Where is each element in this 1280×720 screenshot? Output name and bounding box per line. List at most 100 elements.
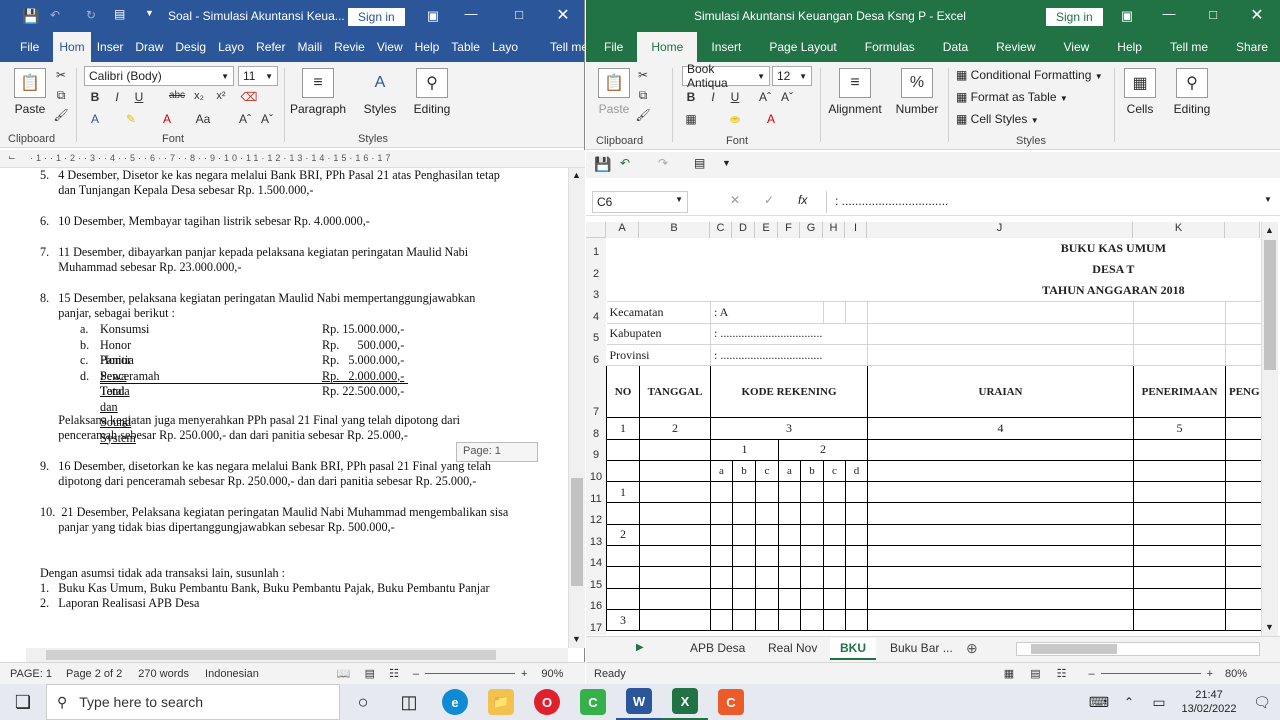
next-sheet-icon[interactable]: ▶ [636, 642, 644, 653]
word-tab[interactable]: Layo [212, 40, 250, 62]
cell[interactable]: 3 [710, 417, 868, 440]
label-cell[interactable]: Kecamatan [606, 301, 711, 324]
font-name-combo[interactable]: Book Antiqua ▼ [682, 62, 770, 90]
change-case-icon[interactable]: Aa [194, 112, 212, 126]
cell[interactable] [710, 587, 733, 610]
grow-font-icon[interactable]: Aˆ [236, 112, 254, 126]
cell[interactable]: 3 [606, 608, 640, 632]
cell[interactable] [800, 566, 824, 589]
cell-styles-button[interactable]: ▦ Cell Styles ▼ [956, 112, 1039, 126]
cell[interactable] [867, 502, 1134, 525]
underline-icon[interactable]: U [726, 90, 744, 104]
excel-tab[interactable]: Page Layout [755, 40, 850, 62]
cell[interactable] [867, 566, 1134, 589]
web-layout-icon[interactable]: ☷ [389, 667, 399, 680]
zoom-slider[interactable] [424, 673, 515, 674]
cell[interactable] [755, 545, 779, 568]
font-name-combo[interactable]: Calibri (Body) ▼ [84, 66, 234, 86]
spreadsheet-grid[interactable]: BUKU KAS UMUM DESA T TAHUN ANGGARAN 2018… [606, 238, 1264, 632]
cell[interactable] [845, 608, 868, 632]
cell[interactable] [1133, 587, 1226, 610]
styles-button[interactable]: A Styles [360, 68, 400, 116]
print-preview-icon[interactable]: ▤ [114, 7, 125, 21]
grow-font-icon[interactable]: Aˆ [756, 90, 774, 104]
cell[interactable] [710, 608, 733, 632]
cell[interactable] [778, 566, 801, 589]
close-button[interactable]: ✕ [1234, 5, 1280, 25]
cell[interactable]: a [710, 459, 733, 483]
col-header[interactable]: I [845, 222, 867, 238]
row-header[interactable]: 3 [586, 281, 606, 302]
sheet-tab[interactable]: APB Desa [680, 638, 755, 660]
cell[interactable] [755, 523, 779, 547]
paste-button[interactable]: 📋 Paste [12, 68, 48, 116]
word-tab[interactable]: View [371, 40, 409, 62]
value-cell[interactable]: : .................................. [710, 322, 868, 345]
cell[interactable] [1225, 481, 1264, 504]
cell[interactable] [1133, 481, 1226, 504]
cell[interactable] [778, 481, 801, 504]
scroll-down-icon[interactable]: ▼ [1265, 622, 1274, 632]
excel-tab[interactable]: File [586, 40, 637, 62]
start-icon[interactable]: ❏ [0, 684, 46, 720]
borders-icon[interactable]: ▦ [682, 112, 700, 126]
cell[interactable] [710, 523, 733, 547]
row-header[interactable]: 7 [586, 367, 606, 419]
cell[interactable] [732, 608, 756, 632]
paste-button[interactable]: 📋 Paste [596, 68, 632, 116]
fill-color-icon[interactable]: ⛂ [726, 112, 744, 126]
cell[interactable] [755, 608, 779, 632]
word-tab[interactable]: Hom [53, 32, 91, 62]
scroll-up-icon[interactable]: ▲ [1265, 225, 1274, 235]
row-header[interactable]: 12 [586, 506, 606, 527]
excel-tab[interactable]: Share [1222, 40, 1280, 62]
cell[interactable]: 1 [606, 417, 640, 440]
italic-icon[interactable]: I [108, 90, 126, 104]
header-kode-rekening[interactable]: KODE REKENING [710, 365, 868, 419]
editing-button[interactable]: ⚲ Editing [1170, 68, 1214, 116]
cell[interactable] [1225, 545, 1264, 568]
cell[interactable] [800, 587, 824, 610]
sheet-tab[interactable]: Real Nov [758, 638, 827, 660]
zoom-level[interactable]: 80% [1225, 668, 1247, 680]
strikethrough-icon[interactable]: abc [168, 90, 186, 101]
tray-chevron-icon[interactable]: ⌃ [1114, 684, 1144, 720]
row-header[interactable]: 10 [586, 462, 606, 484]
editing-button[interactable]: ⚲ Editing [412, 68, 452, 116]
print-preview-icon[interactable]: ▤ [694, 156, 705, 170]
cell[interactable] [710, 566, 733, 589]
cell[interactable] [732, 587, 756, 610]
cell[interactable] [639, 502, 711, 525]
cut-icon[interactable]: ✂ [52, 68, 70, 82]
cell[interactable] [732, 523, 756, 547]
font-color-icon[interactable]: A [762, 112, 780, 126]
camtasia-orange-icon[interactable]: C [708, 684, 754, 720]
edge-icon[interactable]: e [432, 684, 478, 720]
word-tab[interactable]: Draw [129, 40, 169, 62]
cortana-icon[interactable]: ○ [340, 684, 386, 720]
row-header[interactable]: 16 [586, 592, 606, 613]
word-signin-button[interactable]: Sign in [348, 8, 405, 26]
superscript-icon[interactable]: x² [212, 90, 230, 102]
minimize-button[interactable]: — [448, 6, 494, 21]
cell[interactable] [823, 587, 846, 610]
page-break-icon[interactable]: ☷ [1057, 667, 1067, 680]
word-vertical-scrollbar[interactable]: ▲ ▼ [568, 168, 585, 648]
cell[interactable]: 2 [639, 417, 711, 440]
cell[interactable] [778, 608, 801, 632]
excel-tab[interactable]: Formulas [851, 40, 929, 62]
tab-selector-icon[interactable]: ⌙ [8, 152, 16, 163]
cell[interactable] [710, 545, 733, 568]
sheet-tab[interactable]: Buku Bar ... [880, 638, 963, 660]
copy-icon[interactable]: ⧉ [52, 88, 70, 103]
cell[interactable] [1225, 566, 1264, 589]
cell[interactable] [1133, 608, 1226, 632]
cell[interactable] [823, 481, 846, 504]
hscroll-thumb[interactable] [46, 650, 496, 660]
zoom-level[interactable]: 90% [541, 668, 563, 680]
cell[interactable] [867, 545, 1134, 568]
format-as-table-button[interactable]: ▦ Format as Table ▼ [956, 90, 1068, 104]
scroll-down-icon[interactable]: ▼ [572, 634, 581, 644]
read-mode-icon[interactable]: 📖 [337, 667, 351, 680]
word-tab[interactable]: Refer [250, 40, 291, 62]
